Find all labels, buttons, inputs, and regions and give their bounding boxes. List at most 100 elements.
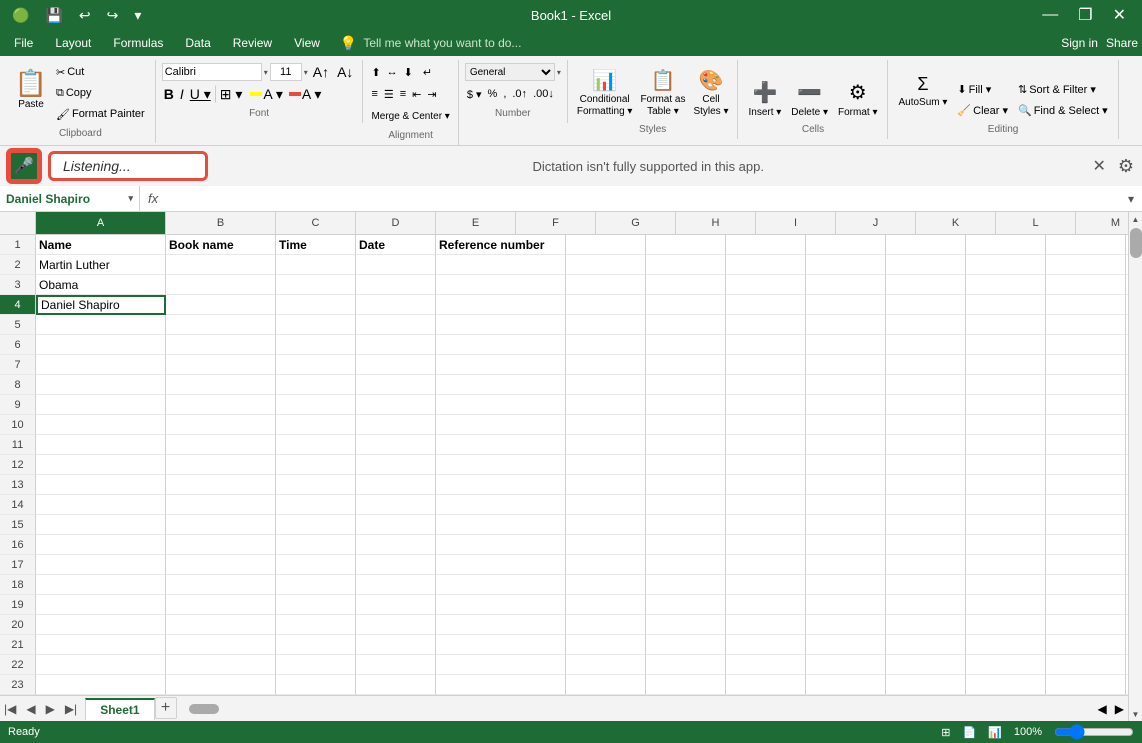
cell-A5[interactable]: [36, 315, 166, 335]
cell-B23[interactable]: [166, 675, 276, 695]
cell-I13[interactable]: [806, 475, 886, 495]
cell-K22[interactable]: [966, 655, 1046, 675]
cell-D11[interactable]: [356, 435, 436, 455]
dictation-settings-icon[interactable]: ⚙: [1118, 156, 1134, 177]
maximize-button[interactable]: ❐: [1070, 3, 1100, 27]
menu-file[interactable]: File: [4, 33, 43, 53]
cell-L13[interactable]: [1046, 475, 1126, 495]
normal-view-button[interactable]: ⊞: [941, 726, 950, 739]
cell-a2[interactable]: Martin Luther: [36, 255, 166, 275]
cell-h4[interactable]: [726, 295, 806, 315]
comma-button[interactable]: ,: [501, 85, 508, 103]
cell-C8[interactable]: [276, 375, 356, 395]
scroll-left-button[interactable]: ◀: [1094, 702, 1111, 716]
cell-D12[interactable]: [356, 455, 436, 475]
cell-l3[interactable]: [1046, 275, 1126, 295]
cell-C23[interactable]: [276, 675, 356, 695]
row-header-15[interactable]: 15: [0, 515, 36, 535]
cell-D19[interactable]: [356, 595, 436, 615]
border-button[interactable]: ⊞ ▾: [215, 85, 247, 103]
cell-D18[interactable]: [356, 575, 436, 595]
cell-F20[interactable]: [566, 615, 646, 635]
tell-me-box[interactable]: 💡 Tell me what you want to do...: [340, 35, 1059, 52]
cell-G20[interactable]: [646, 615, 726, 635]
font-size-input[interactable]: [270, 63, 302, 81]
cell-J10[interactable]: [886, 415, 966, 435]
cell-d1[interactable]: Date: [356, 235, 436, 255]
cell-G7[interactable]: [646, 355, 726, 375]
cell-d4[interactable]: [356, 295, 436, 315]
col-header-i[interactable]: I: [756, 212, 836, 234]
scroll-thumb-vertical[interactable]: [1130, 228, 1142, 258]
cell-C10[interactable]: [276, 415, 356, 435]
cell-B19[interactable]: [166, 595, 276, 615]
italic-button[interactable]: I: [178, 85, 186, 103]
cell-l4[interactable]: [1046, 295, 1126, 315]
format-as-table-button[interactable]: 📋 Format asTable ▾: [637, 62, 688, 120]
cell-c4[interactable]: [276, 295, 356, 315]
cell-C12[interactable]: [276, 455, 356, 475]
row-header-21[interactable]: 21: [0, 635, 36, 655]
cell-H7[interactable]: [726, 355, 806, 375]
cell-C9[interactable]: [276, 395, 356, 415]
row-header-18[interactable]: 18: [0, 575, 36, 595]
cell-L18[interactable]: [1046, 575, 1126, 595]
cell-C11[interactable]: [276, 435, 356, 455]
cell-b1[interactable]: Book name: [166, 235, 276, 255]
cell-I17[interactable]: [806, 555, 886, 575]
cell-h3[interactable]: [726, 275, 806, 295]
cell-F19[interactable]: [566, 595, 646, 615]
text-wrap-button[interactable]: ↵: [421, 63, 434, 81]
cell-K5[interactable]: [966, 315, 1046, 335]
cell-A21[interactable]: [36, 635, 166, 655]
cell-B5[interactable]: [166, 315, 276, 335]
cell-D15[interactable]: [356, 515, 436, 535]
row-header-14[interactable]: 14: [0, 495, 36, 515]
cell-F11[interactable]: [566, 435, 646, 455]
align-right-button[interactable]: ≡: [398, 85, 408, 103]
menu-review[interactable]: Review: [223, 33, 282, 53]
cell-L17[interactable]: [1046, 555, 1126, 575]
cell-C17[interactable]: [276, 555, 356, 575]
cell-B8[interactable]: [166, 375, 276, 395]
scroll-right-button[interactable]: ▶: [1111, 702, 1128, 716]
formula-expand-button[interactable]: ▾: [1120, 192, 1142, 206]
cell-L21[interactable]: [1046, 635, 1126, 655]
cell-E20[interactable]: [436, 615, 566, 635]
cell-B9[interactable]: [166, 395, 276, 415]
cell-A9[interactable]: [36, 395, 166, 415]
cell-H18[interactable]: [726, 575, 806, 595]
cell-K23[interactable]: [966, 675, 1046, 695]
cell-K20[interactable]: [966, 615, 1046, 635]
cell-H6[interactable]: [726, 335, 806, 355]
cell-L15[interactable]: [1046, 515, 1126, 535]
cell-B7[interactable]: [166, 355, 276, 375]
cell-D21[interactable]: [356, 635, 436, 655]
cell-E8[interactable]: [436, 375, 566, 395]
cell-A23[interactable]: [36, 675, 166, 695]
row-header-19[interactable]: 19: [0, 595, 36, 615]
currency-button[interactable]: $ ▾: [465, 85, 484, 103]
cell-B10[interactable]: [166, 415, 276, 435]
row-header-8[interactable]: 8: [0, 375, 36, 395]
cell-H10[interactable]: [726, 415, 806, 435]
conditional-formatting-button[interactable]: 📊 ConditionalFormatting ▾: [574, 62, 636, 120]
cell-G23[interactable]: [646, 675, 726, 695]
cell-A14[interactable]: [36, 495, 166, 515]
cell-I9[interactable]: [806, 395, 886, 415]
cell-C18[interactable]: [276, 575, 356, 595]
fill-color-button[interactable]: A ▾: [248, 85, 284, 103]
cell-A18[interactable]: [36, 575, 166, 595]
col-header-b[interactable]: B: [166, 212, 276, 234]
cell-E15[interactable]: [436, 515, 566, 535]
cell-c1[interactable]: Time: [276, 235, 356, 255]
cell-G12[interactable]: [646, 455, 726, 475]
scroll-track-vertical[interactable]: [1129, 226, 1142, 707]
row-header-22[interactable]: 22: [0, 655, 36, 675]
cell-J20[interactable]: [886, 615, 966, 635]
cell-I7[interactable]: [806, 355, 886, 375]
format-button[interactable]: ⚙ Format ▾: [834, 62, 881, 120]
cell-H11[interactable]: [726, 435, 806, 455]
cell-C21[interactable]: [276, 635, 356, 655]
cell-D17[interactable]: [356, 555, 436, 575]
